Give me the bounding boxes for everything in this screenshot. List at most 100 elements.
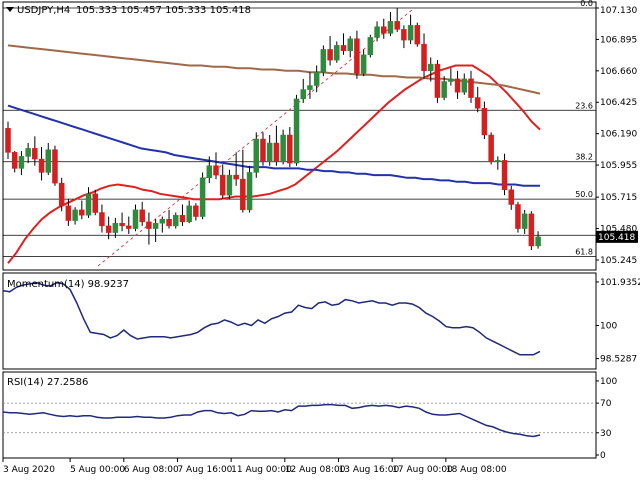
bull-candle [313, 71, 320, 86]
rsi-tick-label: 30 [600, 429, 612, 439]
price-tick-label: 106.660 [600, 67, 637, 77]
bull-candle [495, 160, 501, 162]
bull-candle [173, 214, 179, 227]
bear-candle [528, 213, 535, 247]
bear-candle [105, 225, 112, 233]
bull-candle [347, 38, 353, 52]
time-tick-label: 17 Aug 00:00 [392, 465, 453, 475]
bull-candle [407, 25, 414, 41]
bull-candle [320, 49, 327, 73]
bear-candle [468, 78, 474, 98]
bull-candle [448, 78, 454, 82]
time-tick-label: 5 Aug 00:00 [70, 465, 125, 475]
symbol-header[interactable]: USDJPY,H4 105.333 105.457 105.333 105.41… [6, 5, 251, 16]
symbol-title: USDJPY,H4 [17, 5, 70, 16]
bear-candle [213, 165, 219, 176]
price-tick-label: 106.895 [600, 35, 637, 45]
bull-candle [132, 209, 139, 229]
bull-candle [461, 78, 468, 93]
bear-candle [119, 222, 125, 227]
bull-candle [112, 222, 119, 233]
rsi-tick-label: 0 [600, 451, 606, 461]
bear-candle [5, 128, 11, 153]
rsi-tick-label: 100 [600, 377, 617, 387]
bear-candle [193, 205, 199, 217]
bear-candle [414, 25, 421, 45]
time-tick-label: 7 Aug 16:00 [177, 465, 232, 475]
bear-candle [481, 108, 488, 136]
bear-candle [434, 63, 441, 98]
bull-candle [186, 205, 192, 223]
bear-candle [508, 189, 514, 205]
current-price-tag: 105.418 [596, 230, 638, 243]
bull-candle [199, 177, 206, 217]
bear-candle [287, 134, 293, 164]
time-tick-label: 3 Aug 2020 [3, 465, 55, 475]
price-tick-label: 105.715 [600, 193, 637, 203]
bear-candle [11, 152, 18, 169]
chart-window[interactable]: 0.0 23.6 38.2 50.0 61.8 107.130 106.895 106.66… [0, 0, 640, 480]
bull-candle [25, 148, 31, 157]
bear-candle [273, 142, 280, 162]
bull-candle [266, 142, 273, 162]
price-tick-label: 105.245 [600, 256, 637, 266]
bear-candle [32, 148, 38, 160]
bear-candle [92, 193, 98, 213]
ohlc-values: 105.333 105.457 105.333 105.418 [76, 5, 251, 16]
bull-candle [360, 54, 367, 74]
bear-candle [474, 97, 481, 109]
bear-candle [327, 49, 333, 61]
current-price-label: 105.418 [598, 233, 635, 243]
fib-label: 0.0 [580, 0, 593, 8]
bull-candle [293, 98, 300, 164]
bear-candle [219, 174, 226, 196]
bull-candle [72, 209, 78, 221]
bull-candle [300, 89, 306, 100]
fib-label: 38.2 [575, 153, 593, 162]
bear-candle [52, 149, 58, 184]
price-tick-label: 106.425 [600, 98, 637, 108]
bear-candle [501, 160, 508, 191]
bear-candle [65, 205, 72, 221]
momentum-tick-label: 101.9352 [600, 278, 640, 288]
bear-candle [260, 138, 266, 162]
bull-candle [159, 218, 166, 224]
time-tick-label: 12 Aug 08:00 [285, 465, 346, 475]
bear-candle [240, 178, 246, 211]
bull-candle [280, 134, 286, 162]
bear-candle [454, 78, 461, 93]
bear-candle [488, 134, 494, 162]
fib-label: 50.0 [575, 190, 593, 199]
bull-candle [367, 37, 374, 56]
bull-candle [226, 174, 233, 196]
bull-candle [387, 21, 394, 34]
bear-candle [179, 214, 186, 223]
momentum-tick-label: 100 [600, 322, 617, 332]
bull-candle [427, 63, 434, 72]
bull-candle [246, 172, 253, 211]
rsi-tick-label: 70 [600, 399, 612, 409]
bull-candle [253, 138, 260, 173]
bull-candle [441, 81, 447, 98]
rsi-title: RSI(14) 27.2586 [7, 377, 88, 388]
time-tick-label: 18 Aug 08:00 [446, 465, 507, 475]
bull-candle [521, 213, 528, 229]
bull-candle [535, 236, 541, 247]
time-tick-label: 6 Aug 08:00 [124, 465, 179, 475]
bull-candle [374, 26, 380, 38]
bear-candle [401, 29, 407, 41]
price-scale: 107.130 106.895 106.660 106.425 106.190 105.9… [596, 6, 637, 266]
bear-candle [340, 45, 347, 52]
bull-candle [85, 193, 92, 216]
bear-candle [126, 225, 132, 229]
bear-candle [394, 21, 400, 30]
bear-candle [381, 26, 387, 34]
time-tick-label: 13 Aug 16:00 [339, 465, 400, 475]
price-tick-label: 106.190 [600, 130, 637, 140]
bear-candle [146, 221, 152, 229]
bear-candle [139, 209, 145, 223]
bear-candle [58, 182, 65, 207]
bear-candle [233, 174, 239, 180]
bear-candle [79, 209, 85, 216]
chart-canvas[interactable]: 0.0 23.6 38.2 50.0 61.8 107.130 106.895 106.66… [0, 0, 640, 480]
